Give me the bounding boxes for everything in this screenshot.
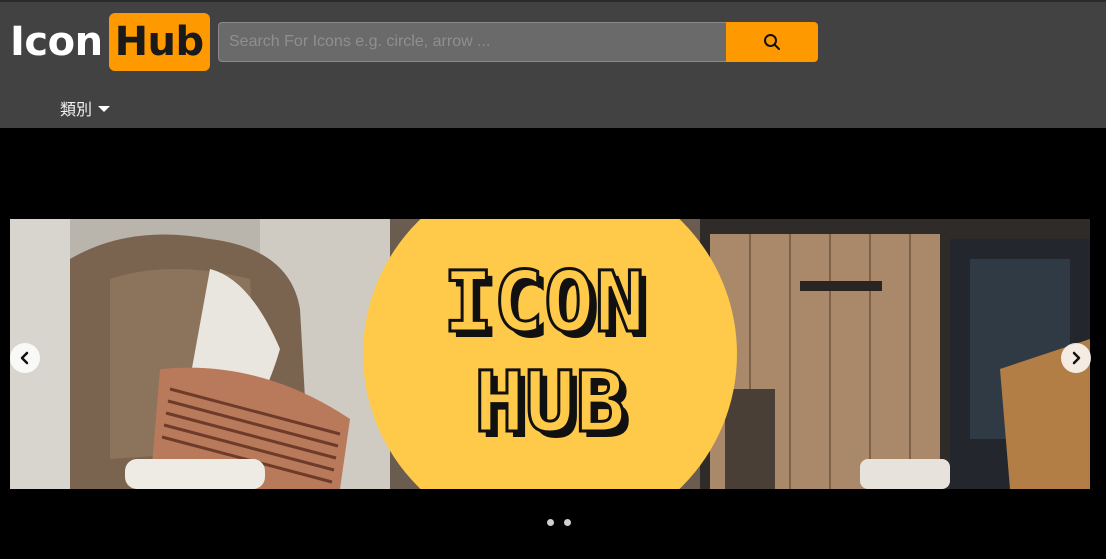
top-bar: Icon Hub 類別: [0, 0, 1106, 128]
carousel-indicator-1[interactable]: [547, 519, 554, 526]
categories-label: 類別: [60, 102, 93, 119]
chevron-right-icon: [1072, 351, 1081, 365]
carousel-indicators: [547, 519, 571, 526]
categories-dropdown[interactable]: 類別: [60, 96, 111, 120]
logo-text-hub: Hub: [108, 13, 210, 71]
carousel-slide: ICON ICON HUB HUB: [10, 219, 1090, 489]
logo-text-icon: Icon: [10, 19, 103, 65]
search-icon: [764, 34, 780, 50]
search-button[interactable]: [726, 22, 818, 62]
search-bar: [218, 22, 818, 62]
banner-line-2: HUB: [474, 353, 626, 451]
carousel-prev-button[interactable]: [10, 343, 40, 373]
chevron-left-icon: [20, 351, 29, 365]
logo[interactable]: Icon Hub: [10, 12, 210, 72]
search-input[interactable]: [218, 22, 726, 62]
banner-line-1: ICON: [443, 253, 645, 351]
banner-image: ICON ICON HUB HUB: [10, 219, 1090, 489]
carousel-next-button[interactable]: [1061, 343, 1091, 373]
caret-down-icon: [98, 106, 111, 112]
carousel-indicator-2[interactable]: [564, 519, 571, 526]
